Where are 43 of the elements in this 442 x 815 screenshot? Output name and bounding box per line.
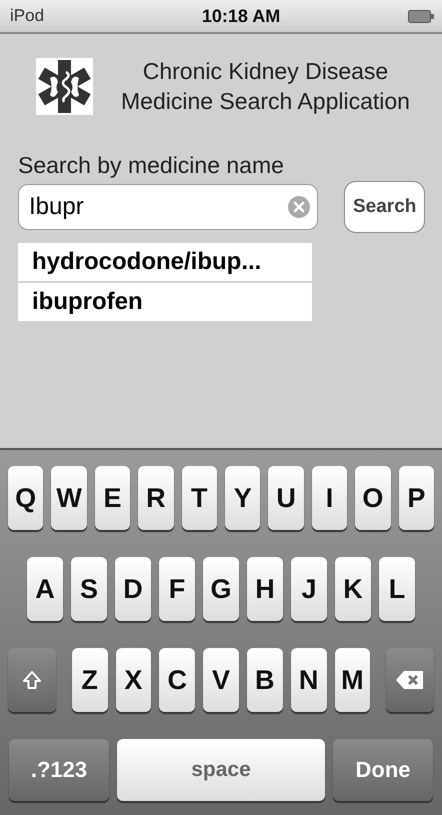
key[interactable]: I bbox=[312, 466, 348, 530]
key[interactable]: F bbox=[159, 557, 195, 621]
key[interactable]: B bbox=[246, 648, 283, 712]
search-label: Search by medicine name bbox=[18, 152, 285, 179]
key[interactable]: N bbox=[290, 648, 326, 712]
key[interactable]: Y bbox=[225, 466, 260, 530]
key[interactable]: E bbox=[94, 466, 130, 530]
key[interactable]: T bbox=[182, 466, 217, 530]
done-key[interactable]: Done bbox=[333, 739, 433, 801]
numbers-key[interactable]: .?123 bbox=[9, 739, 109, 801]
key[interactable]: X bbox=[116, 648, 152, 712]
key[interactable]: Q bbox=[8, 466, 44, 530]
key[interactable]: K bbox=[335, 557, 371, 621]
carrier-name: iPod bbox=[10, 6, 44, 26]
key[interactable]: O bbox=[355, 466, 391, 530]
battery-icon bbox=[408, 10, 434, 22]
key[interactable]: Z bbox=[72, 648, 108, 712]
backspace-icon bbox=[395, 670, 426, 690]
search-button[interactable]: Search bbox=[344, 181, 426, 233]
clock-time: 10:18 AM bbox=[202, 6, 280, 26]
backspace-key[interactable] bbox=[386, 648, 434, 712]
app-title: Chronic Kidney Disease Medicine Search Application bbox=[121, 57, 410, 116]
shift-key[interactable] bbox=[8, 648, 56, 712]
suggestion-item[interactable]: hydrocodone/ibup... bbox=[18, 243, 312, 281]
key[interactable]: H bbox=[247, 557, 283, 621]
key[interactable]: D bbox=[115, 557, 151, 621]
logo-icon bbox=[36, 58, 93, 114]
key[interactable]: L bbox=[379, 557, 415, 621]
key[interactable]: P bbox=[398, 466, 434, 530]
key[interactable]: G bbox=[203, 557, 239, 621]
key[interactable]: C bbox=[159, 648, 196, 712]
key[interactable]: A bbox=[27, 557, 63, 621]
key[interactable]: R bbox=[138, 466, 174, 530]
key[interactable]: U bbox=[268, 466, 304, 530]
space-key[interactable]: space bbox=[117, 739, 325, 801]
shift-icon bbox=[22, 670, 42, 690]
key[interactable]: J bbox=[291, 557, 327, 621]
suggestion-item[interactable]: ibuprofen bbox=[18, 283, 312, 321]
key[interactable]: W bbox=[51, 466, 87, 530]
search-field[interactable]: Ibupr bbox=[18, 184, 318, 230]
key[interactable]: V bbox=[203, 648, 239, 712]
key[interactable]: S bbox=[71, 557, 107, 621]
key[interactable]: M bbox=[334, 648, 370, 712]
